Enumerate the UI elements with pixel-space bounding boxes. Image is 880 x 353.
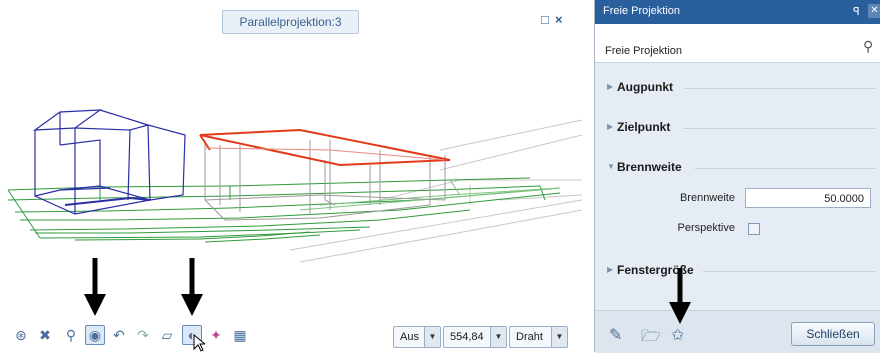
redo-view-icon[interactable]: ↷ [134,326,152,344]
panel-bottom-bar: ✎ 🗁 ✩ Schließen [595,310,880,353]
panel-window-title: Freie Projektion [603,5,681,17]
annotation-arrow-left [84,258,106,316]
section-augpunkt[interactable]: ▶ Augpunkt [607,80,687,94]
chevron-right-icon: ▶ [607,265,614,274]
close-button[interactable]: Schließen [791,322,875,346]
zoom-fit-icon[interactable]: ✖ [36,326,54,344]
free-projection-icon[interactable]: ◉ [85,325,105,345]
perspektive-checkbox[interactable] [748,223,760,235]
section-fenstergroesse[interactable]: ▶ Fenstergröße [607,263,717,277]
close-icon[interactable]: ✕ [868,4,880,18]
open-folder-icon[interactable]: 🗁 [641,325,661,352]
chevron-right-icon: ▶ [607,82,614,91]
zoom-icon[interactable]: ⚲ [62,326,80,344]
views-icon[interactable]: ▱ [158,326,176,344]
section-zielpunkt-label: Zielpunkt [617,120,671,134]
chevron-down-icon[interactable]: ▼ [551,327,567,347]
divider [685,88,875,89]
pin-icon[interactable]: ꟼ [853,5,860,18]
orbit-icon[interactable]: ⊛ [12,326,30,344]
brennweite-label: Brennweite [679,192,735,204]
panel-titlebar[interactable]: Freie Projektion ꟼ ✕ [595,0,880,24]
section-zielpunkt[interactable]: ▶ Zielpunkt [607,120,687,134]
annotation-arrow-panel [669,268,691,324]
display-mode-value: Draht [516,331,543,343]
layer-mode-value: Aus [400,331,419,343]
annotation-arrow-right [181,258,203,316]
render-icon[interactable]: ✦ [207,326,225,344]
chevron-down-icon: ▼ [607,162,615,171]
undo-view-icon[interactable]: ↶ [110,326,128,344]
search-icon[interactable]: ⚲ [863,38,873,55]
panel-header: Freie Projektion ⚲ [595,24,880,63]
save-favorite-icon[interactable]: ✩ [671,325,684,345]
section-brennweite[interactable]: ▼ Brennweite [607,160,697,174]
eyedropper-icon[interactable]: ✎ [609,325,622,345]
display-mode-select[interactable]: Draht ▼ [509,326,568,348]
graphics-viewport[interactable]: Parallelprojektion:3 □ × ⊛ ✖ ⚲ ◉ ↶ ↷ ▱ ◐… [0,0,582,352]
free-projection-panel: Freie Projektion ꟼ ✕ Freie Projektion ⚲ … [594,0,880,353]
layer-mode-select[interactable]: Aus ▼ [393,326,441,348]
divider [695,168,875,169]
scale-select[interactable]: 554,84 ▼ [443,326,507,348]
divider [683,128,875,129]
mouse-cursor-icon [193,334,205,352]
chevron-down-icon[interactable]: ▼ [424,327,440,347]
perspektive-label: Perspektive [677,222,735,234]
panel-header-title: Freie Projektion [605,45,683,57]
chevron-down-icon[interactable]: ▼ [490,327,506,347]
chevron-right-icon: ▶ [607,122,614,131]
divider [703,271,875,272]
brennweite-input[interactable]: 50.0000 [745,188,871,208]
screen-grid-icon[interactable]: ▦ [231,326,249,344]
scale-value: 554,84 [450,331,484,343]
section-brennweite-label: Brennweite [617,160,682,174]
section-augpunkt-label: Augpunkt [617,80,673,94]
